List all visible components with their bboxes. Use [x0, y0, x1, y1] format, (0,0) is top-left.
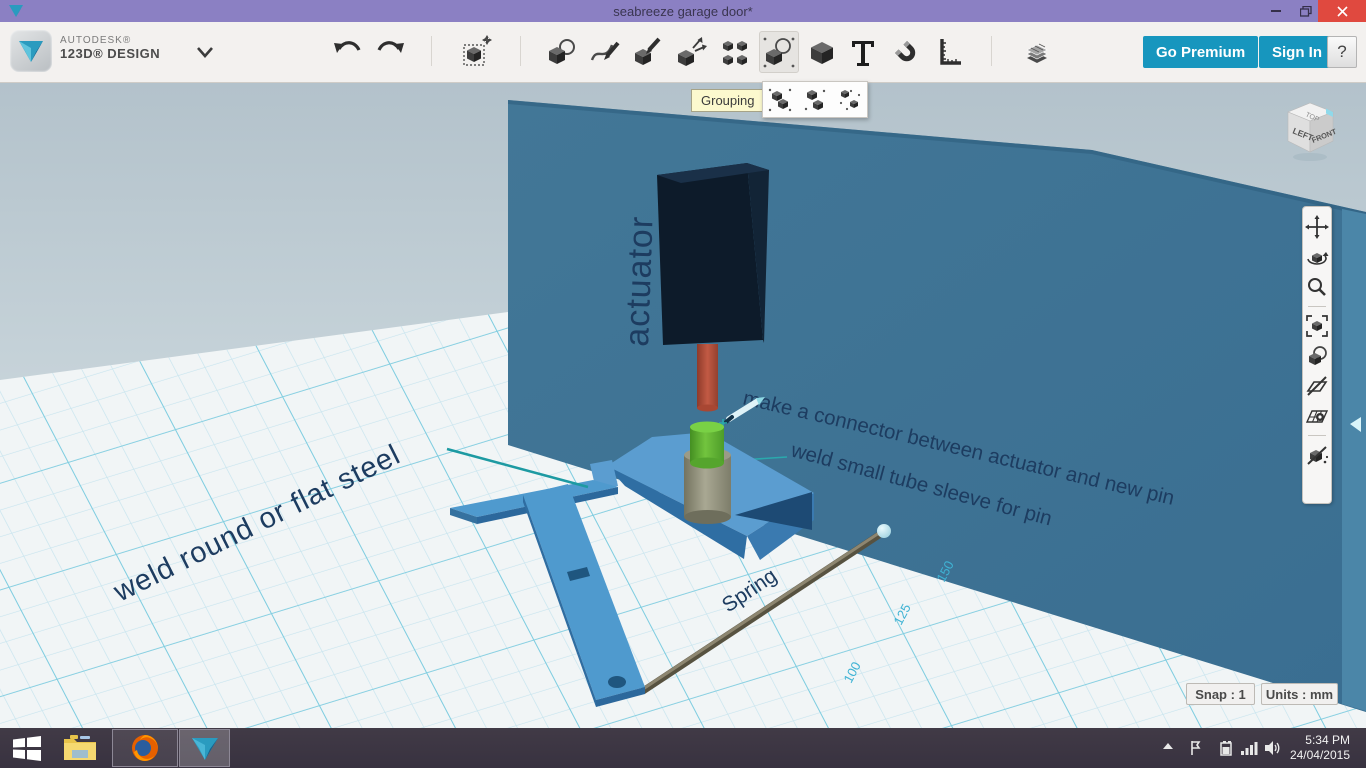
- action-center-flag-icon[interactable]: [1190, 740, 1206, 756]
- menu-chevron-down-icon[interactable]: [192, 44, 218, 60]
- firefox-taskbar-button[interactable]: [112, 729, 178, 767]
- volume-icon[interactable]: [1264, 740, 1282, 756]
- orbit-button[interactable]: [1304, 243, 1330, 271]
- minimize-icon: [1271, 10, 1281, 12]
- actuator-box-model[interactable]: [657, 163, 769, 345]
- snap-magnet-icon: [888, 34, 924, 70]
- close-button[interactable]: [1318, 0, 1366, 22]
- palette-divider: [1308, 435, 1326, 436]
- measure-tool-button[interactable]: [929, 31, 969, 73]
- go-premium-button[interactable]: Go Premium: [1143, 36, 1258, 68]
- redo-button[interactable]: [372, 34, 408, 68]
- modify-tool-button[interactable]: [671, 31, 711, 73]
- brand-text: AUTODESK® 123D® DESIGN: [60, 34, 160, 60]
- text-icon: [845, 34, 881, 70]
- green-pin-model[interactable]: [690, 422, 724, 469]
- group-menu-item[interactable]: [765, 85, 795, 115]
- help-button[interactable]: ?: [1327, 36, 1357, 68]
- fit-icon: [1305, 314, 1329, 338]
- actuator-rod-model[interactable]: [697, 344, 718, 412]
- pattern-icon: [717, 34, 753, 70]
- taskbar: 5:34 PM 24/04/2015: [0, 728, 1366, 768]
- folder-icon: [62, 733, 98, 763]
- sketch-tool-button[interactable]: [585, 31, 625, 73]
- palette-divider: [1308, 306, 1326, 307]
- hide-sketches-button[interactable]: [1304, 372, 1330, 400]
- hide-sketch-icon: [1305, 374, 1329, 398]
- 123d-design-taskbar-button[interactable]: [179, 729, 230, 767]
- grouping-tooltip: Grouping: [691, 89, 764, 112]
- pattern-tool-button[interactable]: [715, 31, 755, 73]
- 123d-taskbar-icon: [190, 734, 220, 762]
- clock-time: 5:34 PM: [1282, 733, 1350, 748]
- main-toolbar: AUTODESK® 123D® DESIGN: [0, 22, 1366, 83]
- snap-tool-button[interactable]: [886, 31, 926, 73]
- undo-button[interactable]: [330, 34, 366, 68]
- restore-button[interactable]: [1292, 0, 1320, 22]
- combine-icon: [804, 34, 840, 70]
- grouping-icon: [761, 34, 797, 70]
- pan-icon: [1305, 215, 1329, 239]
- text-tool-button[interactable]: [843, 31, 883, 73]
- material-icon: [1019, 34, 1055, 70]
- shading-mode-button[interactable]: [1304, 342, 1330, 370]
- measure-ruler-icon: [931, 34, 967, 70]
- battery-icon[interactable]: [1216, 740, 1234, 756]
- pan-button[interactable]: [1304, 213, 1330, 241]
- windows-logo-icon: [12, 735, 42, 761]
- network-signal-icon[interactable]: [1240, 740, 1258, 756]
- primitives-icon: [544, 34, 580, 70]
- taskbar-clock[interactable]: 5:34 PM 24/04/2015: [1282, 733, 1350, 763]
- brand-product: 123D® DESIGN: [60, 47, 160, 60]
- wall-pin-sphere-model[interactable]: [877, 524, 891, 538]
- wall-edge-strip: [1342, 209, 1366, 711]
- ungroup-all-icon: [837, 87, 863, 113]
- grouping-dropdown-panel: [762, 81, 868, 118]
- navigation-palette: [1302, 206, 1332, 504]
- sign-in-button[interactable]: Sign In: [1259, 36, 1335, 68]
- start-button[interactable]: [6, 729, 48, 767]
- shading-icon: [1305, 344, 1329, 368]
- file-explorer-button[interactable]: [58, 729, 102, 767]
- ungroup-menu-item[interactable]: [800, 85, 830, 115]
- firefox-icon: [129, 732, 161, 764]
- modify-icon: [673, 34, 709, 70]
- combine-tool-button[interactable]: [802, 31, 842, 73]
- primitives-tool-button[interactable]: [542, 31, 582, 73]
- 3d-viewport[interactable]: 100 125 150 actuator make a connector be…: [0, 83, 1366, 728]
- ungroup-all-menu-item[interactable]: [835, 85, 865, 115]
- hide-grid-button[interactable]: [1304, 402, 1330, 430]
- toolbar-separator: [520, 36, 521, 66]
- material-tool-button[interactable]: [1017, 31, 1057, 73]
- sketch-icon: [587, 34, 623, 70]
- restore-icon: [1300, 6, 1312, 17]
- window-title: seabreeze garage door*: [0, 4, 1366, 19]
- clock-date: 24/04/2015: [1282, 748, 1350, 763]
- hide-solids-button[interactable]: [1304, 441, 1330, 469]
- construct-icon: [630, 34, 666, 70]
- grid-visibility-icon: [1305, 404, 1329, 428]
- tray-expand-icon[interactable]: [1162, 740, 1174, 754]
- magnifier-icon: [1305, 275, 1329, 299]
- grouping-tool-button[interactable]: [759, 31, 799, 73]
- orbit-icon: [1305, 245, 1329, 269]
- transform-tool-button[interactable]: [457, 31, 497, 73]
- zoom-button[interactable]: [1304, 273, 1330, 301]
- 123d-logo-icon: [17, 38, 45, 64]
- group-icon: [767, 87, 793, 113]
- actuator-label[interactable]: actuator: [618, 215, 661, 347]
- minimize-button[interactable]: [1262, 0, 1290, 22]
- ungroup-icon: [802, 87, 828, 113]
- toolbar-separator: [991, 36, 992, 66]
- toolbar-separator: [431, 36, 432, 66]
- fit-view-button[interactable]: [1304, 312, 1330, 340]
- snap-setting[interactable]: Snap : 1: [1186, 683, 1255, 705]
- titlebar: seabreeze garage door*: [0, 0, 1366, 22]
- construct-tool-button[interactable]: [628, 31, 668, 73]
- units-setting[interactable]: Units : mm: [1261, 683, 1338, 705]
- app-menu-logo[interactable]: [10, 30, 52, 72]
- close-icon: [1337, 6, 1348, 17]
- hide-solids-icon: [1305, 443, 1329, 467]
- transform-icon: [459, 34, 495, 70]
